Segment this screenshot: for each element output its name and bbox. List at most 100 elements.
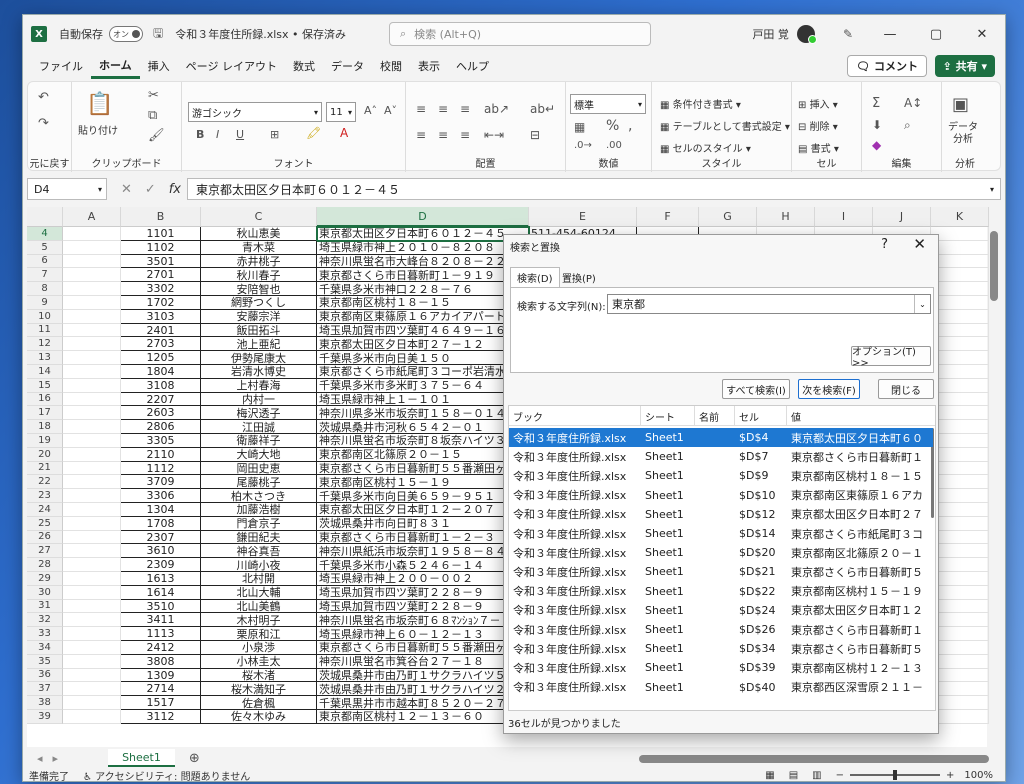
cell-k6[interactable] [931, 254, 989, 269]
cell-a12[interactable] [63, 337, 121, 352]
cell-d11[interactable]: 埼玉県加賀市四ツ葉町４６４９－１６３２ [317, 323, 529, 338]
fill-icon[interactable]: ⬇ [872, 118, 882, 132]
cell-c32[interactable]: 木村明子 [201, 613, 317, 628]
cell-k23[interactable] [931, 489, 989, 503]
cell-k37[interactable] [931, 682, 989, 697]
result-row[interactable]: 令和３年度住所録.xlsx Sheet1 $D$7 東京都さくら市日暮新町１ [509, 447, 933, 466]
cell-a37[interactable] [63, 682, 121, 697]
tab-find[interactable]: 検索(D) [510, 267, 560, 287]
cut-icon[interactable]: ✂ [148, 88, 159, 103]
cell-d38[interactable]: 千葉県黒井市市越本町８５２０－２７ [317, 696, 529, 710]
options-button[interactable]: オプション(T) >> [851, 346, 931, 369]
cell-d31[interactable]: 埼玉県加賀市四ツ葉町２２８－９ [317, 599, 529, 614]
find-select-icon[interactable]: ⌕ [904, 118, 911, 133]
restore-button[interactable]: ▢ [913, 15, 959, 53]
cell-b36[interactable]: 1309 [121, 668, 201, 683]
format-as-table-button[interactable]: ▦ テーブルとして書式設定 ▾ [660, 118, 790, 133]
result-row[interactable]: 令和３年度住所録.xlsx Sheet1 $D$9 東京都南区桃村１８－１５ [509, 466, 933, 485]
cell-b8[interactable]: 3302 [121, 282, 201, 296]
sheet-tab-sheet1[interactable]: Sheet1 [108, 749, 175, 767]
column-header-g[interactable]: G [699, 207, 757, 227]
cell-d13[interactable]: 千葉県多米市向日美１５０ [317, 351, 529, 365]
cell-b18[interactable]: 2806 [121, 420, 201, 434]
cell-k20[interactable] [931, 447, 989, 462]
row-header[interactable]: 9 [27, 296, 63, 310]
cell-k28[interactable] [931, 558, 989, 572]
undo-icon[interactable]: ↶ [38, 90, 49, 105]
cell-b10[interactable]: 3103 [121, 309, 201, 324]
row-header[interactable]: 19 [27, 434, 63, 448]
cell-k10[interactable] [931, 309, 989, 324]
cell-c17[interactable]: 梅沢透子 [201, 406, 317, 421]
cell-k38[interactable] [931, 696, 989, 710]
column-header-j[interactable]: J [873, 207, 931, 227]
formula-input[interactable]: 東京都太田区夕日本町６０１２－４５ ▾ [187, 178, 1001, 200]
scroll-thumb[interactable] [990, 231, 998, 301]
comment-button[interactable]: 🗨 コメント [847, 55, 927, 77]
cell-d5[interactable]: 埼玉県緑市神上２０１０－８２０８ [317, 240, 529, 255]
comma-icon[interactable]: , [628, 118, 632, 134]
cell-k16[interactable] [931, 392, 989, 407]
cell-d16[interactable]: 埼玉県緑市神上１－１０１ [317, 392, 529, 407]
cell-d4[interactable]: 東京都太田区夕日本町６０１２－４５ [316, 226, 530, 242]
cell-a36[interactable] [63, 668, 121, 683]
cell-b33[interactable]: 1113 [121, 627, 201, 641]
cell-c16[interactable]: 内村一 [201, 392, 317, 407]
decrease-decimal-icon[interactable]: .00 [606, 140, 622, 151]
chevron-down-icon[interactable]: ▾ [990, 185, 994, 194]
minimize-button[interactable]: — [867, 15, 913, 53]
row-header[interactable]: 21 [27, 461, 63, 476]
cell-b28[interactable]: 2309 [121, 558, 201, 572]
tab-formulas[interactable]: 数式 [285, 53, 323, 79]
cell-k18[interactable] [931, 420, 989, 434]
cell-c25[interactable]: 門倉京子 [201, 516, 317, 531]
page-layout-view-icon[interactable]: ▤ [789, 770, 798, 781]
align-left-icon[interactable]: ≡ [416, 128, 426, 142]
cell-a15[interactable] [63, 378, 121, 393]
row-header[interactable]: 26 [27, 530, 63, 545]
result-row[interactable]: 令和３年度住所録.xlsx Sheet1 $D$26 東京都さくら市日暮新町１ [509, 620, 933, 639]
cell-d6[interactable]: 神奈川県蛍名市大峰台８２０８－２２１ [317, 254, 529, 269]
cell-c26[interactable]: 鎌田紀夫 [201, 530, 317, 545]
cell-d15[interactable]: 千葉県多米市多米町３７５－６４ [317, 378, 529, 393]
result-row[interactable]: 令和３年度住所録.xlsx Sheet1 $D$12 東京都太田区夕日本町２７ [509, 505, 933, 524]
zoom-in-icon[interactable]: + [946, 770, 954, 781]
row-header[interactable]: 29 [27, 572, 63, 586]
cell-k35[interactable] [931, 654, 989, 669]
cell-k36[interactable] [931, 668, 989, 683]
row-header[interactable]: 4 [27, 227, 63, 241]
row-header[interactable]: 20 [27, 447, 63, 462]
cell-b31[interactable]: 3510 [121, 599, 201, 614]
cell-c13[interactable]: 伊勢尾康太 [201, 351, 317, 365]
cell-d7[interactable]: 東京都さくら市日暮新町１－９１９ [317, 268, 529, 283]
row-header[interactable]: 18 [27, 420, 63, 434]
cell-c10[interactable]: 安藤宗洋 [201, 309, 317, 324]
search-input[interactable]: ⌕ 検索 (Alt+Q) [389, 22, 651, 46]
cell-a38[interactable] [63, 696, 121, 710]
cell-styles-button[interactable]: ▦ セルのスタイル ▾ [660, 140, 751, 155]
cell-b21[interactable]: 1112 [121, 461, 201, 476]
enter-icon[interactable]: ✓ [145, 182, 156, 197]
result-row[interactable]: 令和３年度住所録.xlsx Sheet1 $D$21 東京都さくら市日暮新町５ [509, 562, 933, 581]
cell-c29[interactable]: 北村開 [201, 572, 317, 586]
cell-d33[interactable]: 埼玉県緑市神上６０－１２－１３ [317, 627, 529, 641]
row-header[interactable]: 31 [27, 599, 63, 614]
align-right-icon[interactable]: ≡ [460, 128, 470, 142]
cell-c35[interactable]: 小林圭太 [201, 654, 317, 669]
cell-a26[interactable] [63, 530, 121, 545]
cell-c28[interactable]: 川崎小夜 [201, 558, 317, 572]
cell-d34[interactable]: 東京都さくら市日暮新町５５番瀬田ヶ丘２９４４ [317, 641, 529, 655]
cell-b17[interactable]: 2603 [121, 406, 201, 421]
cell-b13[interactable]: 1205 [121, 351, 201, 365]
accounting-icon[interactable]: ▦ [574, 120, 585, 134]
row-header[interactable]: 38 [27, 696, 63, 710]
column-header-d[interactable]: D [317, 207, 529, 227]
cell-d12[interactable]: 東京都太田区夕日本町２７－１２ [317, 337, 529, 352]
cell-a24[interactable] [63, 503, 121, 517]
cell-b26[interactable]: 2307 [121, 530, 201, 545]
cell-a5[interactable] [63, 240, 121, 255]
cell-b5[interactable]: 1102 [121, 240, 201, 255]
cell-b35[interactable]: 3808 [121, 654, 201, 669]
cell-d19[interactable]: 神奈川県蛍名市坂奈町８坂奈ハイツ３０３ [317, 434, 529, 448]
bold-icon[interactable]: B [196, 128, 204, 141]
